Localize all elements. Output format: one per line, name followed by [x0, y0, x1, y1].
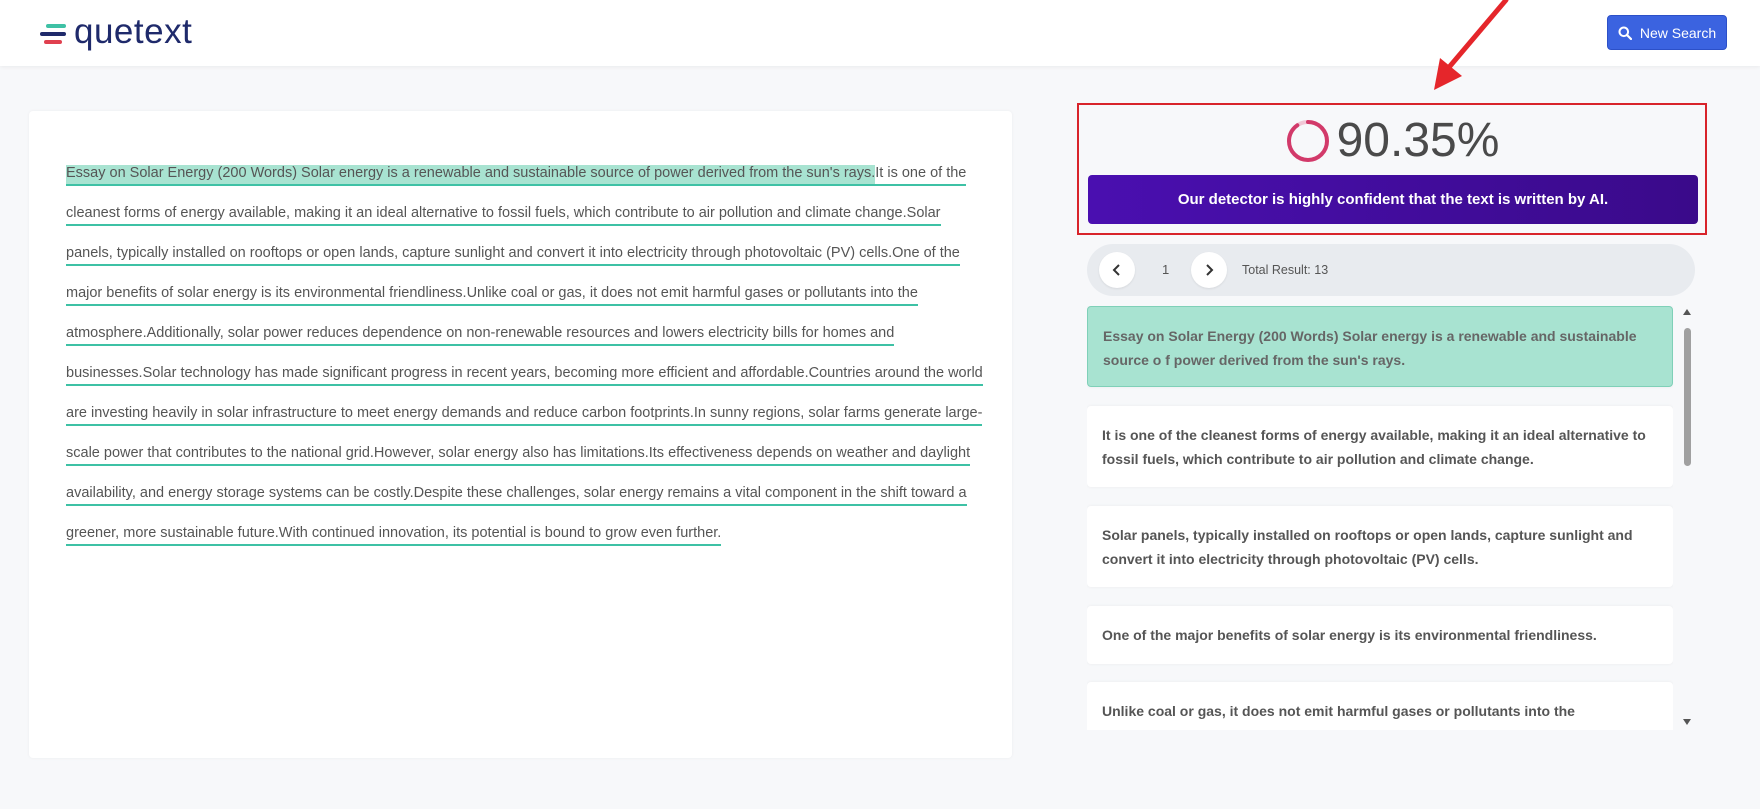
chevron-left-icon: [1112, 264, 1120, 276]
essay-text: Essay on Solar Energy (200 Words) Solar …: [66, 153, 986, 553]
total-result: Total Result: 13: [1242, 263, 1329, 277]
sentence-list[interactable]: Essay on Solar Energy (200 Words) Solar …: [1087, 306, 1673, 730]
sentence-card[interactable]: Solar panels, typically installed on roo…: [1087, 506, 1673, 587]
quetext-logo[interactable]: quetext: [40, 14, 192, 50]
scroll-thumb[interactable]: [1684, 328, 1691, 466]
page-number: 1: [1162, 262, 1170, 277]
logo-text: quetext: [74, 12, 193, 51]
chevron-right-icon: [1206, 264, 1214, 276]
next-page-button[interactable]: [1191, 252, 1227, 288]
sentence-card[interactable]: Unlike coal or gas, it does not emit har…: [1087, 682, 1673, 730]
search-icon: [1618, 26, 1632, 40]
sentence-card[interactable]: One of the major benefits of solar energ…: [1087, 606, 1673, 664]
score-row: 90.35%: [1079, 113, 1705, 168]
sentence-card[interactable]: Essay on Solar Energy (200 Words) Solar …: [1087, 306, 1673, 387]
essay-sentence[interactable]: Essay on Solar Energy (200 Words) Solar …: [66, 165, 876, 186]
new-search-button[interactable]: New Search: [1607, 15, 1727, 50]
essay-sentence[interactable]: However, solar energy also has limitatio…: [373, 445, 649, 466]
new-search-label: New Search: [1639, 24, 1717, 41]
essay-sentence[interactable]: With continued innovation, its potential…: [278, 525, 722, 546]
logo-mark-icon: [40, 18, 68, 46]
ai-score-percent: 90.35%: [1336, 114, 1500, 167]
scroll-up-icon[interactable]: [1683, 309, 1691, 315]
scroll-down-icon[interactable]: [1683, 719, 1691, 725]
progress-ring-icon: [1286, 119, 1329, 162]
ai-score-box: 90.35% Our detector is highly confident …: [1077, 103, 1707, 235]
essay-sentence[interactable]: Solar technology has made significant pr…: [142, 365, 809, 386]
essay-panel: Essay on Solar Energy (200 Words) Solar …: [29, 111, 1012, 758]
annotation-arrow-icon: [1434, 0, 1509, 90]
sentence-card[interactable]: It is one of the cleanest forms of energ…: [1087, 406, 1673, 487]
verdict-banner: Our detector is highly confident that th…: [1088, 175, 1698, 224]
prev-page-button[interactable]: [1099, 252, 1135, 288]
result-pager: 1 Total Result: 13: [1087, 244, 1695, 296]
